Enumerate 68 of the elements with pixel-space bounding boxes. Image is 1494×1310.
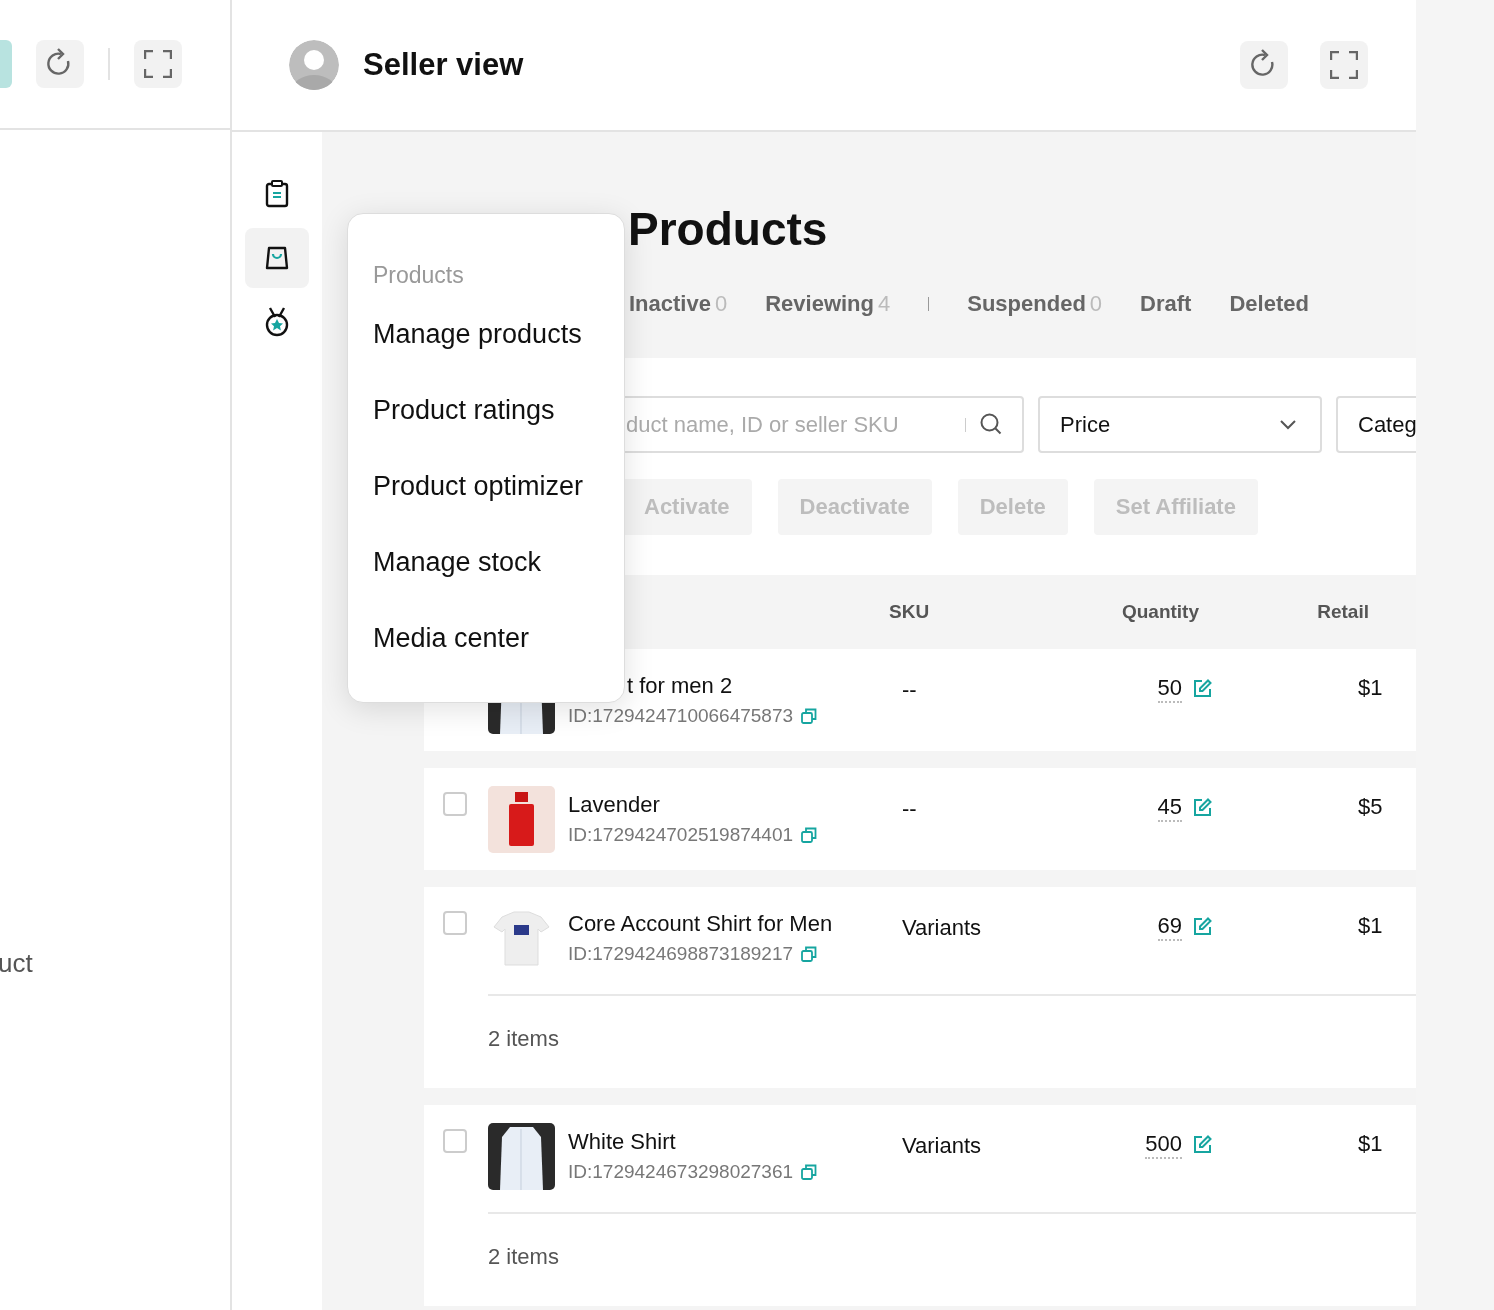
refresh-button[interactable] [1240,41,1288,89]
status-tab[interactable]: Draft [1140,291,1192,317]
clipboard-icon [265,180,289,208]
menu-item[interactable]: Media center [373,623,530,699]
product-id: ID:1729424702519874401 [568,824,794,846]
fullscreen-button[interactable] [1320,41,1368,89]
sku-cell-text: -- [902,676,918,703]
tab-count: 0 [1089,291,1103,316]
tab-count: 4 [878,291,891,316]
shirt-thumbnail [488,1123,555,1190]
sku-cell-text: Variants [902,1132,983,1159]
column-header: Quantity [1121,601,1199,623]
refresh-button[interactable] [36,40,84,88]
row-checkbox[interactable] [443,792,467,816]
copy-icon[interactable] [801,946,818,962]
quantity-value: 500 [1145,1131,1182,1159]
status-tab[interactable]: Suspended 0 [967,291,1103,317]
menu-item[interactable]: Manage products [373,319,582,395]
partial-text: uct [0,948,33,978]
status-tab[interactable]: Inactive 0 [629,291,728,317]
retail-price: $1 [1358,913,1383,938]
product-id: ID:1729424710066475873 [568,705,794,727]
product-id: ID:1729424698873189217 [568,943,794,965]
medal-icon [264,307,290,337]
product-name: White Shirt [568,1129,677,1155]
edit-icon[interactable] [1192,679,1212,699]
row-checkbox[interactable] [443,911,467,935]
status-tab[interactable]: Deleted [1229,291,1309,317]
product-name: Lavender [568,792,661,818]
quantity-value: 50 [1157,675,1182,703]
sku-cell-text: Variants [902,914,983,941]
variant-count: 2 items [488,1244,559,1269]
perfume-thumbnail [488,786,555,853]
fullscreen-icon [1330,51,1358,79]
tab-count: 0 [714,291,728,316]
sku-cell-text: -- [902,795,918,822]
product-name: t for men 2 [626,673,734,699]
column-header: Retail [1317,601,1369,623]
edit-icon[interactable] [1192,1135,1212,1155]
retail-price: $5 [1358,794,1383,819]
row-checkbox[interactable] [443,1129,467,1153]
menu-item[interactable]: Manage stock [373,547,542,623]
menu-heading: Products [373,262,464,289]
view-title: Seller view [363,47,524,83]
search-icon [980,413,1002,435]
fullscreen-icon [144,50,172,78]
retail-price: $1 [1358,1131,1383,1156]
status-tab[interactable]: Reviewing 4 [765,291,891,317]
quantity-value: 45 [1157,794,1182,822]
quantity-value: 69 [1157,913,1182,941]
price-dropdown[interactable]: Price [1038,396,1322,453]
avatar-icon [289,40,339,90]
copy-icon[interactable] [801,1164,818,1180]
retail-price: $1 [1358,675,1383,700]
copy-icon[interactable] [801,708,818,724]
sidebar-item[interactable] [245,228,309,288]
page-title: Products [628,204,829,254]
chevron-down-icon [1280,419,1296,430]
variant-count: 2 items [488,1026,559,1051]
product-id: ID:1729424673298027361 [568,1161,794,1183]
copy-icon[interactable] [801,827,818,843]
menu-item[interactable]: Product optimizer [373,471,584,547]
edit-icon[interactable] [1192,917,1212,937]
fullscreen-button[interactable] [134,40,182,88]
product-name: Core Account Shirt for Men [568,911,834,937]
shopping-bag-icon [265,246,289,270]
edit-icon[interactable] [1192,798,1212,818]
column-header: SKU [889,601,931,623]
